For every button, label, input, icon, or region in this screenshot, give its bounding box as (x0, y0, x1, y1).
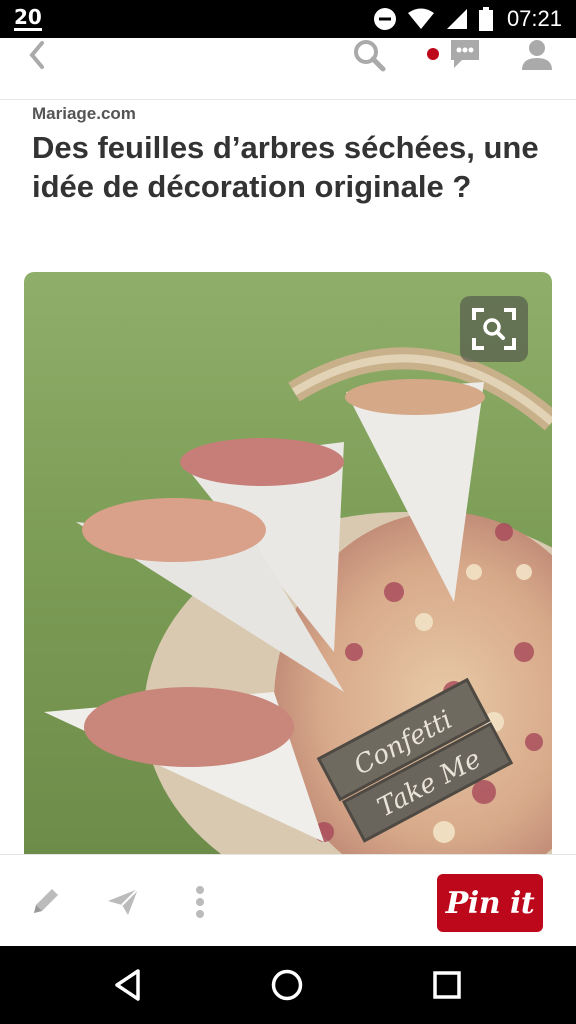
back-arrow-icon[interactable] (26, 40, 48, 70)
home-circle-icon[interactable] (270, 968, 304, 1002)
pin-action-bar: Pin it (0, 854, 576, 946)
svg-text:20: 20 (14, 5, 42, 29)
search-icon[interactable] (352, 38, 386, 72)
recents-square-icon[interactable] (432, 970, 462, 1000)
system-nav-bar (0, 946, 576, 1024)
do-not-disturb-icon (373, 8, 396, 30)
send-icon[interactable] (106, 887, 140, 917)
app-logo-icon: 20 (14, 5, 42, 31)
visual-search-icon (472, 308, 516, 350)
pin-image[interactable]: Confetti Take Me (24, 272, 552, 854)
visual-search-button[interactable] (460, 296, 528, 362)
notification-dot-icon (427, 48, 439, 60)
edit-pencil-icon[interactable] (30, 885, 62, 917)
pin-title: Des feuilles d’arbres séchées, une idée … (32, 130, 539, 204)
signal-icon (446, 9, 467, 29)
wifi-icon (407, 8, 434, 29)
battery-icon (478, 7, 493, 31)
pin-it-button[interactable]: Pin it (437, 874, 543, 932)
more-vertical-icon[interactable] (190, 885, 210, 919)
profile-icon[interactable] (520, 38, 554, 72)
pin-source-domain[interactable]: Mariage.com (32, 104, 136, 124)
clock: 07:21 (506, 6, 562, 31)
messages-icon[interactable] (448, 38, 482, 70)
app-header (0, 38, 576, 100)
back-triangle-icon[interactable] (112, 968, 144, 1002)
status-bar: 20 07:21 (0, 0, 576, 38)
